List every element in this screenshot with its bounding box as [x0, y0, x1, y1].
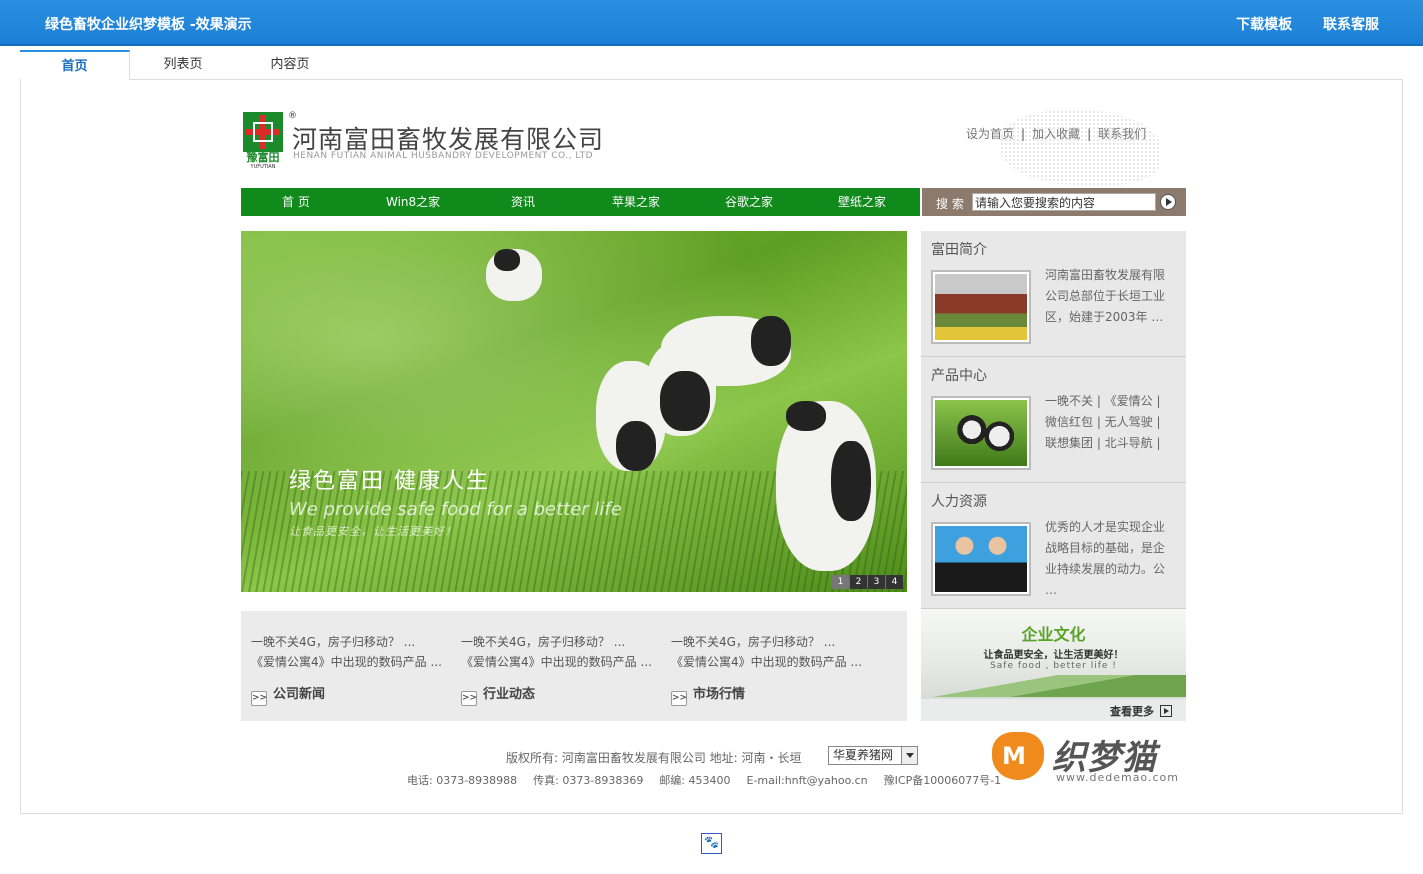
banner-slogan-en: We provide safe food for a better life: [289, 499, 622, 520]
intro-thumbnail[interactable]: [931, 270, 1031, 344]
banner-slogan-cn: 让食品更安全，让生活更美好！: [289, 525, 457, 538]
footer-fax: 传真: 0373-8938369: [533, 774, 644, 787]
footer-contact: 电话: 0373-8938988 传真: 0373-8938369 邮编: 4534…: [407, 772, 1017, 788]
products-title[interactable]: 产品中心: [931, 365, 987, 385]
news-strip: 一晚不关4G，房子归移动？ ... 《爱情公寓4》中出现的数码产品 ... >>…: [241, 611, 907, 721]
search-input[interactable]: [972, 193, 1156, 211]
news-link[interactable]: 《爱情公寓4》中出现的数码产品 ...: [251, 653, 442, 670]
market-news-link[interactable]: >> 市场行情: [671, 683, 745, 706]
news-column: 一晚不关4G，房子归移动？ ... 《爱情公寓4》中出现的数码产品 ... >>…: [451, 611, 652, 721]
nav-google[interactable]: 谷歌之家: [725, 188, 773, 216]
industry-news-link[interactable]: >> 行业动态: [461, 683, 535, 706]
top-links: 下载模板 联系客服: [1210, 14, 1379, 34]
nav-win8[interactable]: Win8之家: [386, 188, 440, 216]
nav-news[interactable]: 资讯: [511, 188, 535, 216]
banner-page-3[interactable]: 3: [868, 575, 885, 589]
intro-text: 河南富田畜牧发展有限公司总部位于长垣工业区，始建于2003年 …: [1045, 268, 1166, 324]
culture-slogan-en: Safe food , better life !: [990, 661, 1117, 671]
tab-home[interactable]: 首页: [20, 50, 130, 80]
news-link[interactable]: 《爱情公寓4》中出现的数码产品 ...: [671, 653, 862, 670]
main-nav: 首 页 Win8之家 资讯 苹果之家 谷歌之家 壁纸之家: [241, 188, 920, 216]
company-logo-icon[interactable]: [243, 112, 283, 152]
pig-image: [646, 341, 716, 436]
top-bar: 绿色畜牧企业织梦模板 -效果演示 下载模板 联系客服: [0, 0, 1423, 46]
news-link[interactable]: 一晚不关4G，房子归移动？ ...: [461, 633, 625, 650]
culture-title[interactable]: 企业文化: [921, 621, 1186, 645]
chevron-right-icon: >>: [461, 691, 477, 706]
chevron-right-icon: >>: [251, 691, 267, 706]
sidebar-products: 产品中心 一晚不关 | 《爱情公 | 微信红包 | 无人驾驶 | 联想集团 | …: [921, 357, 1186, 483]
hr-thumbnail[interactable]: [931, 522, 1031, 596]
contact-us-link[interactable]: 联系我们: [1098, 127, 1146, 141]
footer-tel: 电话: 0373-8938988: [407, 774, 518, 787]
cat-logo-icon: [992, 732, 1044, 780]
company-name-en: HENAN FUTIAN ANIMAL HUSBANDRY DEVELOPMEN…: [293, 151, 594, 161]
nav-apple[interactable]: 苹果之家: [612, 188, 660, 216]
culture-panel: 企业文化 让食品更安全，让生活更美好！ Safe food , better l…: [921, 609, 1186, 721]
company-news-link[interactable]: >> 公司新闻: [251, 683, 325, 706]
hr-text: 优秀的人才是实现企业战略目标的基础，是企业持续发展的动力。公 …: [1045, 520, 1166, 597]
paw-icon[interactable]: [701, 833, 722, 854]
culture-slogan: 让食品更安全，让生活更美好！: [983, 650, 1124, 661]
search-bar: 搜 索: [922, 188, 1186, 216]
partner-select[interactable]: 华夏养猪网: [828, 746, 918, 765]
view-more-label: 查看更多: [1110, 705, 1154, 718]
watermark-url: www.dedemao.com: [1056, 771, 1179, 784]
footer-copyright: 版权所有: 河南富田畜牧发展有限公司 地址: 河南・长垣: [506, 751, 802, 765]
partner-select-value: 华夏养猪网: [833, 748, 894, 762]
brand-en: YUFUTIAN: [250, 164, 276, 170]
arrow-right-icon: [1160, 705, 1172, 717]
nav-home[interactable]: 首 页: [282, 188, 310, 216]
hero-banner: 绿色富田 健康人生 We provide safe food for a bet…: [241, 231, 907, 592]
market-news-label: 市场行情: [693, 687, 746, 702]
news-link[interactable]: 一晚不关4G，房子归移动？ ...: [671, 633, 835, 650]
chevron-right-icon: >>: [671, 691, 687, 706]
banner-page-2[interactable]: 2: [850, 575, 867, 589]
banner-title: 绿色富田 健康人生: [289, 469, 490, 494]
hr-title[interactable]: 人力资源: [931, 491, 987, 511]
chevron-down-icon[interactable]: [901, 747, 917, 764]
intro-title[interactable]: 富田简介: [931, 239, 987, 259]
news-column: 一晚不关4G，房子归移动？ ... 《爱情公寓4》中出现的数码产品 ... >>…: [241, 611, 442, 721]
add-favorite-link[interactable]: 加入收藏: [1032, 127, 1080, 141]
company-news-label: 公司新闻: [273, 687, 326, 702]
industry-news-label: 行业动态: [483, 687, 536, 702]
footer-email: E-mail:hnft@yahoo.cn: [746, 774, 868, 787]
footer-icp: 豫ICP备10006077号-1: [883, 774, 1002, 787]
banner-page-1[interactable]: 1: [832, 575, 849, 589]
pig-image: [486, 249, 542, 301]
news-column: 一晚不关4G，房子归移动？ ... 《爱情公寓4》中出现的数码产品 ... >>…: [661, 611, 862, 721]
demo-title: 绿色畜牧企业织梦模板 -效果演示: [45, 17, 252, 33]
news-link[interactable]: 一晚不关4G，房子归移动？ ...: [251, 633, 415, 650]
news-link[interactable]: 《爱情公寓4》中出现的数码产品 ...: [461, 653, 652, 670]
footer-zip: 邮编: 453400: [659, 774, 731, 787]
view-more-link[interactable]: 查看更多: [1110, 703, 1172, 719]
utility-links: 设为首页 | 加入收藏 | 联系我们: [966, 125, 1146, 142]
world-map-icon: [1000, 110, 1160, 185]
separator: |: [1021, 127, 1026, 141]
nav-wallpaper[interactable]: 壁纸之家: [838, 188, 886, 216]
contact-support-link[interactable]: 联系客服: [1323, 17, 1379, 33]
search-label: 搜 索: [936, 197, 964, 211]
sidebar-intro: 富田简介 河南富田畜牧发展有限公司总部位于长垣工业区，始建于2003年 …: [921, 231, 1186, 357]
separator: |: [1087, 127, 1092, 141]
brand-cn: 豫富田: [246, 151, 280, 164]
download-template-link[interactable]: 下载模板: [1236, 17, 1292, 33]
products-links[interactable]: 一晚不关 | 《爱情公 | 微信红包 | 无人驾驶 | 联想集团 | 北斗导航 …: [1045, 391, 1175, 454]
banner-page-4[interactable]: 4: [886, 575, 903, 589]
pig-image: [776, 401, 876, 571]
set-homepage-link[interactable]: 设为首页: [966, 127, 1014, 141]
tab-content[interactable]: 内容页: [235, 50, 345, 80]
watermark-logo: 织梦猫 www.dedemao.com: [990, 728, 1190, 786]
tab-list[interactable]: 列表页: [128, 50, 238, 80]
sidebar-hr: 人力资源 优秀的人才是实现企业战略目标的基础，是企业持续发展的动力。公 …: [921, 483, 1186, 609]
search-go-icon[interactable]: [1160, 194, 1176, 210]
banner-pager: 1234: [831, 573, 903, 589]
products-thumbnail[interactable]: [931, 396, 1031, 470]
